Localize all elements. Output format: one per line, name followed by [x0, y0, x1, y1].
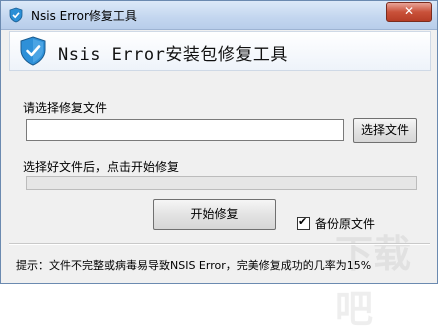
browse-button[interactable]: 选择文件	[353, 118, 417, 143]
backup-checkbox[interactable]	[297, 215, 310, 230]
select-file-label: 请选择修复文件	[23, 101, 108, 115]
header-banner: Nsis Error安装包修复工具	[9, 31, 431, 71]
app-window: Nsis Error修复工具 ✕ Nsis Error安装包修复工具 请选择修复…	[0, 0, 438, 331]
instruction-label: 选择好文件后，点击开始修复	[23, 160, 180, 174]
progress-bar	[26, 176, 417, 190]
shield-check-icon	[20, 36, 46, 66]
close-button[interactable]: ✕	[386, 2, 432, 22]
window-title: Nsis Error修复工具	[31, 9, 137, 23]
shield-icon	[9, 7, 23, 23]
watermark-logo: 下载吧	[335, 234, 412, 331]
app-title: Nsis Error安装包修复工具	[58, 45, 288, 65]
divider	[9, 243, 430, 245]
title-bar[interactable]: Nsis Error修复工具 ✕	[1, 1, 437, 30]
status-tip: 提示：文件不完整或病毒易导致NSIS Error，完美修复成功的几率为15%	[16, 259, 372, 272]
start-repair-button[interactable]: 开始修复	[153, 199, 276, 230]
file-path-input[interactable]	[26, 119, 344, 141]
